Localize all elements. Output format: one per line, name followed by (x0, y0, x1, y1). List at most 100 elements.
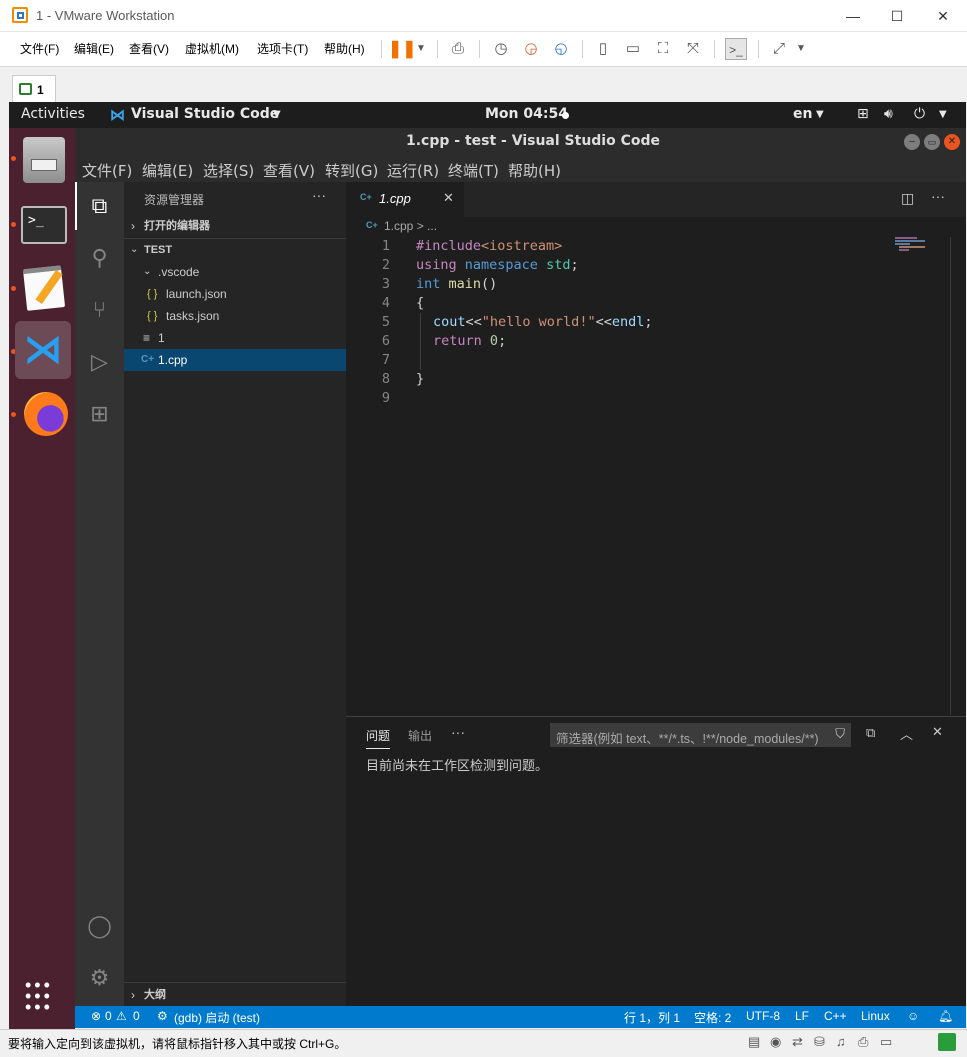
app-menu-label[interactable]: Visual Studio Code (131, 106, 279, 122)
show-library-icon[interactable]: ▯ (592, 38, 614, 60)
encoding[interactable]: UTF-8 (746, 1009, 780, 1023)
tab-output[interactable]: 输出 (408, 727, 432, 744)
code-line[interactable]: 3 int main() (346, 275, 946, 294)
stretch-guest-icon[interactable]: ⤢ (768, 38, 790, 60)
hard-disk-icon[interactable]: ▤ (748, 1034, 760, 1050)
explorer-icon[interactable]: ⧉ (75, 182, 124, 230)
firefox-app-icon[interactable] (15, 385, 71, 443)
code-line[interactable]: 6 return 0; (346, 332, 946, 351)
maximize-button[interactable]: ☐ (874, 4, 920, 28)
menu-go[interactable]: 转到(G) (325, 160, 378, 181)
debug-config[interactable]: (gdb) 启动 (test) (174, 1009, 260, 1026)
console-view-icon[interactable]: >_ (725, 38, 747, 60)
close-window-button[interactable]: ✕ (920, 4, 966, 28)
tab-1-cpp[interactable]: C+ 1.cpp ✕ (346, 182, 464, 217)
code-line[interactable]: 7 (346, 351, 946, 370)
problems-filter-input[interactable]: 筛选器(例如 text、**/*.ts、!**/node_modules/**)… (550, 723, 851, 747)
terminal-app-icon[interactable]: >_ (15, 196, 71, 254)
printer-icon[interactable]: ⎙ (858, 1034, 868, 1050)
warning-icon[interactable]: ⚠ (116, 1009, 127, 1023)
messages-icon[interactable] (938, 1033, 956, 1051)
feedback-icon[interactable]: ☺ (907, 1009, 919, 1023)
accounts-icon[interactable]: ◯ (75, 902, 124, 950)
usb-icon[interactable]: ⛁ (814, 1034, 825, 1050)
collapse-all-icon[interactable]: ⧉ (866, 725, 875, 741)
display-icon[interactable]: ▭ (880, 1034, 892, 1050)
network-adapter-icon[interactable]: ⇄ (792, 1034, 803, 1050)
error-count[interactable]: 0 (105, 1009, 112, 1023)
vscode-app-icon[interactable]: ⋊ (15, 321, 71, 379)
menu-terminal[interactable]: 终端(T) (448, 160, 499, 181)
send-ctrl-alt-del-icon[interactable]: ⎙ (447, 38, 469, 60)
close-tab-icon[interactable]: ✕ (443, 190, 454, 206)
code-line[interactable]: 1 #include<iostream> (346, 237, 946, 256)
tab-problems[interactable]: 问题 (366, 727, 391, 749)
pause-icon[interactable]: ❚❚ (388, 38, 417, 60)
vmware-menu-help[interactable]: 帮助(H) (324, 40, 365, 57)
vm-tab[interactable]: 1 (12, 75, 56, 103)
filter-icon[interactable]: ⛉ (835, 726, 845, 742)
vmware-menu-file[interactable]: 文件(F) (20, 40, 59, 57)
code-line[interactable]: 2 using namespace std; (346, 256, 946, 275)
unity-icon[interactable]: ⤧ (682, 38, 704, 60)
files-app-icon[interactable] (15, 131, 71, 189)
more-panel-tabs-icon[interactable]: ··· (451, 724, 465, 740)
language-indicator[interactable]: en (793, 106, 812, 122)
code-line[interactable]: 5 cout<<"hello world!"<<endl; (346, 313, 946, 332)
cd-dvd-icon[interactable]: ◉ (770, 1034, 781, 1050)
dropdown-arrow-icon[interactable]: ▼ (410, 38, 432, 60)
show-applications-icon[interactable]: ••• ••• ••• (23, 976, 63, 1016)
tree-item-tasks-json[interactable]: { } tasks.json (124, 305, 346, 327)
text-editor-app-icon[interactable] (15, 259, 71, 317)
extensions-icon[interactable]: ⊞ (75, 390, 124, 438)
code-line[interactable]: 9 (346, 389, 946, 408)
maximize-panel-icon[interactable]: ︿ (900, 724, 913, 743)
tree-item-binary-1[interactable]: ≡ 1 (124, 327, 346, 349)
error-icon[interactable]: ⊗ (91, 1009, 101, 1023)
code-line[interactable]: 8} (346, 370, 946, 389)
minimap[interactable] (893, 237, 933, 253)
menu-run[interactable]: 运行(R) (387, 160, 439, 181)
tree-item-launch-json[interactable]: { } launch.json (124, 283, 346, 305)
open-editors-section[interactable]: › 打开的编辑器 (124, 215, 346, 237)
os-config[interactable]: Linux (861, 1009, 890, 1023)
dropdown-arrow-icon[interactable]: ▼ (790, 38, 812, 60)
indentation[interactable]: 空格: 2 (694, 1009, 731, 1026)
vscode-minimize-button[interactable]: – (904, 134, 920, 150)
app-menu-chevron-icon[interactable]: ▼ (273, 109, 281, 120)
tree-item-1-cpp[interactable]: C+ 1.cpp (124, 349, 346, 371)
cursor-position[interactable]: 行 1，列 1 (624, 1009, 680, 1026)
warning-count[interactable]: 0 (133, 1009, 140, 1023)
system-menu-chevron-icon[interactable]: ▼ (939, 109, 947, 120)
vmware-menu-view[interactable]: 查看(V) (129, 40, 169, 57)
split-editor-icon[interactable]: ◫ (901, 190, 914, 207)
tree-item-vscode-folder[interactable]: ⌄ .vscode (124, 261, 346, 283)
network-icon[interactable]: ⊞ (857, 106, 869, 122)
close-panel-icon[interactable]: ✕ (932, 724, 943, 740)
menu-file[interactable]: 文件(F) (82, 160, 132, 181)
source-control-icon[interactable]: ⑂ (75, 286, 124, 334)
notifications-bell-icon[interactable]: 🔔︎ (938, 1009, 953, 1023)
full-screen-icon[interactable]: ⛶ (652, 38, 674, 60)
menu-view[interactable]: 查看(V) (263, 160, 315, 181)
vscode-close-button[interactable]: ✕ (944, 134, 960, 150)
search-icon[interactable]: ⚲ (75, 234, 124, 282)
more-actions-icon[interactable]: ··· (312, 187, 326, 203)
code-line[interactable]: 4{ (346, 294, 946, 313)
run-debug-icon[interactable]: ▷ (75, 338, 124, 386)
vmware-menu-tabs[interactable]: 选项卡(T) (257, 40, 308, 57)
vmware-menu-edit[interactable]: 编辑(E) (74, 40, 114, 57)
menu-help[interactable]: 帮助(H) (508, 160, 561, 181)
editor-scrollbar[interactable] (950, 237, 951, 715)
settings-gear-icon[interactable]: ⚙ (75, 954, 124, 1002)
end-of-line[interactable]: LF (795, 1009, 809, 1023)
debug-launch-icon[interactable]: ⚙ (157, 1009, 168, 1023)
minimize-button[interactable]: — (830, 4, 876, 28)
more-actions-icon[interactable]: ··· (931, 188, 945, 204)
vscode-maximize-button[interactable]: ▭ (924, 134, 940, 150)
snapshot-manager-icon[interactable]: ◵ (550, 38, 572, 60)
language-chevron-icon[interactable]: ▼ (816, 109, 824, 120)
vmware-menu-vm[interactable]: 虚拟机(M) (185, 40, 239, 57)
folder-test-section[interactable]: ⌄ TEST (124, 239, 346, 261)
thumbnail-bar-icon[interactable]: ▭ (622, 38, 644, 60)
